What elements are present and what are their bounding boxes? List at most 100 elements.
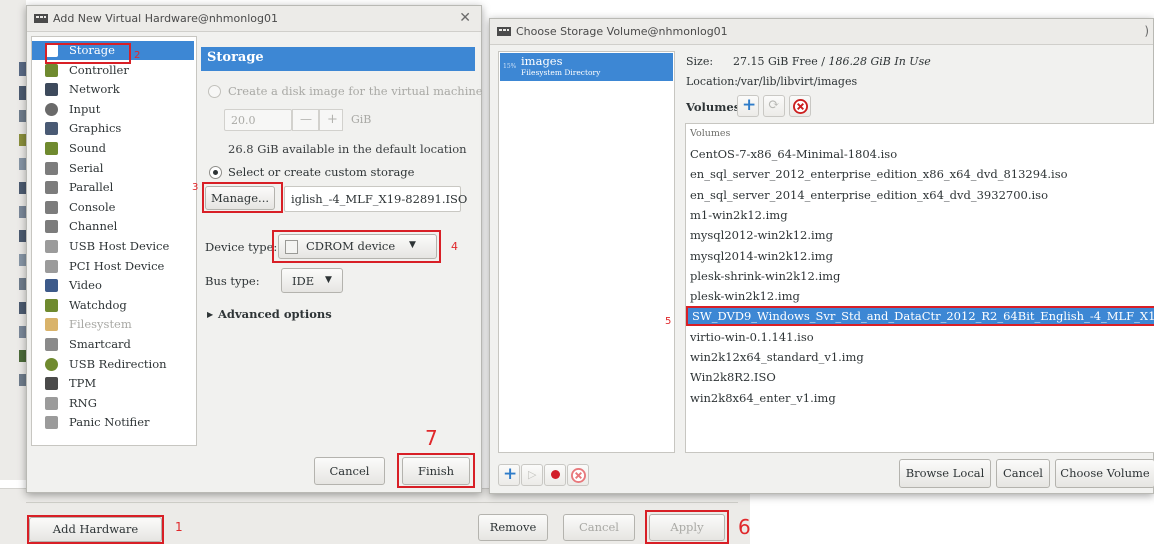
- hardware-item-storage[interactable]: Storage: [32, 41, 194, 60]
- chevron-down-icon: ▼: [325, 275, 332, 285]
- storage-section-header: Storage: [201, 47, 475, 71]
- remove-button[interactable]: Remove: [478, 514, 548, 541]
- volume-row[interactable]: virtio-win-0.1.141.iso: [686, 327, 1154, 347]
- add-pool-button[interactable]: +: [498, 464, 520, 486]
- volume-row[interactable]: en_sql_server_2012_enterprise_edition_x8…: [686, 164, 1154, 184]
- hardware-item-watchdog[interactable]: Watchdog: [32, 296, 194, 315]
- hardware-item-channel[interactable]: Channel: [32, 217, 194, 236]
- close-icon[interactable]: ✕: [459, 10, 471, 26]
- volume-row[interactable]: en_sql_server_2014_enterprise_edition_x6…: [686, 185, 1154, 205]
- hardware-item-usb-host-device[interactable]: USB Host Device: [32, 237, 194, 256]
- hardware-item-panic-notifier[interactable]: Panic Notifier: [32, 413, 194, 432]
- create-disk-radio[interactable]: [208, 85, 221, 98]
- cancel-button[interactable]: Cancel: [314, 457, 385, 485]
- filesystem-icon: [45, 318, 58, 332]
- storage-pool-item[interactable]: 15% images Filesystem Directory: [500, 53, 673, 81]
- volume-row[interactable]: plesk-shrink-win2k12.img: [686, 266, 1154, 286]
- hardware-item-label: Smartcard: [69, 337, 131, 351]
- hardware-item-video[interactable]: Video: [32, 276, 194, 295]
- hardware-item-label: Filesystem: [69, 317, 132, 332]
- hardware-item-label: Network: [69, 82, 120, 97]
- volume-row[interactable]: win2k12x64_standard_v1.img: [686, 347, 1154, 367]
- apply-button[interactable]: Apply: [649, 514, 725, 541]
- tpm-icon: [45, 377, 58, 391]
- console-icon: [45, 200, 58, 214]
- plus-icon: +: [327, 112, 338, 127]
- hardware-item-label: Console: [69, 199, 116, 214]
- advanced-options-expander[interactable]: Advanced options: [218, 307, 332, 321]
- hardware-item-input[interactable]: Input: [32, 100, 194, 119]
- disk-size-input[interactable]: 20.0: [224, 109, 292, 131]
- hardware-item-smartcard[interactable]: Smartcard: [32, 335, 194, 354]
- add-hardware-dialog: Add New Virtual Hardware@nhmonlog01 ✕ St…: [26, 5, 483, 493]
- storage-pool-list: 15% images Filesystem Directory: [498, 51, 675, 453]
- video-icon: [45, 279, 58, 293]
- hardware-item-graphics[interactable]: Graphics: [32, 119, 194, 138]
- minus-icon: —: [300, 112, 312, 126]
- volume-row[interactable]: plesk-win2k12.img: [686, 286, 1154, 306]
- device-type-dropdown[interactable]: CDROM device ▼: [278, 234, 437, 259]
- window-icon: [34, 14, 48, 23]
- delete-icon: [793, 99, 808, 114]
- hardware-item-sound[interactable]: Sound: [32, 139, 194, 158]
- hardware-item-label: Graphics: [69, 121, 122, 136]
- hardware-item-usb-redirection[interactable]: USB Redirection: [32, 355, 194, 374]
- add-volume-button[interactable]: +: [737, 95, 759, 117]
- hardware-item-rng[interactable]: RNG: [32, 394, 194, 413]
- expander-arrow-icon[interactable]: ▶: [207, 310, 213, 319]
- size-separator: /: [817, 55, 829, 68]
- hardware-item-filesystem[interactable]: Filesystem: [32, 315, 194, 334]
- start-pool-button[interactable]: ▷: [521, 464, 543, 486]
- device-type-value: CDROM device: [306, 239, 396, 253]
- hardware-item-label: RNG: [69, 395, 97, 410]
- create-disk-option-label: Create a disk image for the virtual mach…: [228, 84, 483, 98]
- hardware-item-pci-host-device[interactable]: PCI Host Device: [32, 257, 194, 276]
- browse-local-button[interactable]: Browse Local: [899, 459, 991, 488]
- volume-row[interactable]: CentOS-7-x86_64-Minimal-1804.iso: [686, 144, 1154, 164]
- hardware-item-parallel[interactable]: Parallel: [32, 178, 194, 197]
- size-decrement-button[interactable]: —: [292, 109, 319, 131]
- volume-row[interactable]: m1-win2k12.img: [686, 205, 1154, 225]
- storage-section-title: Storage: [207, 50, 264, 65]
- hardware-item-console[interactable]: Console: [32, 198, 194, 217]
- delete-pool-button[interactable]: [567, 464, 589, 486]
- cancel-main-button[interactable]: Cancel: [563, 514, 635, 541]
- volume-list: Volumes CentOS-7-x86_64-Minimal-1804.iso…: [685, 123, 1154, 453]
- size-increment-button[interactable]: +: [319, 109, 343, 131]
- refresh-button[interactable]: ⟳: [763, 95, 785, 117]
- step-7-label: 7: [425, 426, 438, 450]
- bus-type-dropdown[interactable]: IDE ▼: [281, 268, 343, 293]
- volume-row-selected[interactable]: SW_DVD9_Windows_Svr_Std_and_DataCtr_2012…: [686, 306, 1154, 327]
- stop-pool-button[interactable]: [544, 464, 566, 486]
- channel-icon: [45, 220, 58, 234]
- storage-path-value: iglish_-4_MLF_X19-82891.ISO: [291, 192, 468, 206]
- pci-icon: [45, 259, 58, 273]
- volume-row[interactable]: win2k8x64_enter_v1.img: [686, 388, 1154, 408]
- storage-path-input[interactable]: iglish_-4_MLF_X19-82891.ISO: [284, 186, 467, 212]
- volume-row[interactable]: Win2k8R2.ISO: [686, 367, 1154, 387]
- close-icon[interactable]: ): [1144, 24, 1149, 38]
- pool-name: images: [521, 54, 563, 68]
- manage-button[interactable]: Manage...: [205, 186, 275, 210]
- parallel-icon: [45, 181, 58, 195]
- finish-button[interactable]: Finish: [402, 457, 470, 485]
- plus-icon: +: [742, 95, 757, 115]
- hardware-item-label: USB Redirection: [69, 356, 167, 371]
- cancel-storage-button[interactable]: Cancel: [996, 459, 1050, 488]
- refresh-icon: ⟳: [768, 97, 780, 113]
- add-hardware-button[interactable]: Add Hardware: [29, 517, 162, 542]
- volume-row[interactable]: mysql2012-win2k12.img: [686, 225, 1154, 245]
- input-icon: [45, 102, 58, 116]
- volume-row[interactable]: mysql2014-win2k12.img: [686, 246, 1154, 266]
- hw-dialog-titlebar: Add New Virtual Hardware@nhmonlog01 ✕: [27, 6, 481, 32]
- size-value: 27.15 GiB Free / 186.28 GiB In Use: [733, 55, 931, 68]
- choose-volume-button[interactable]: Choose Volume: [1055, 459, 1154, 488]
- disk-size-value: 20.0: [231, 114, 256, 127]
- hardware-item-controller[interactable]: Controller: [32, 61, 194, 80]
- hardware-item-tpm[interactable]: TPM: [32, 374, 194, 393]
- custom-storage-radio[interactable]: [209, 166, 222, 179]
- bus-type-label: Bus type:: [205, 274, 260, 288]
- hardware-item-serial[interactable]: Serial: [32, 159, 194, 178]
- delete-volume-button[interactable]: [789, 95, 811, 117]
- hardware-item-network[interactable]: Network: [32, 80, 194, 99]
